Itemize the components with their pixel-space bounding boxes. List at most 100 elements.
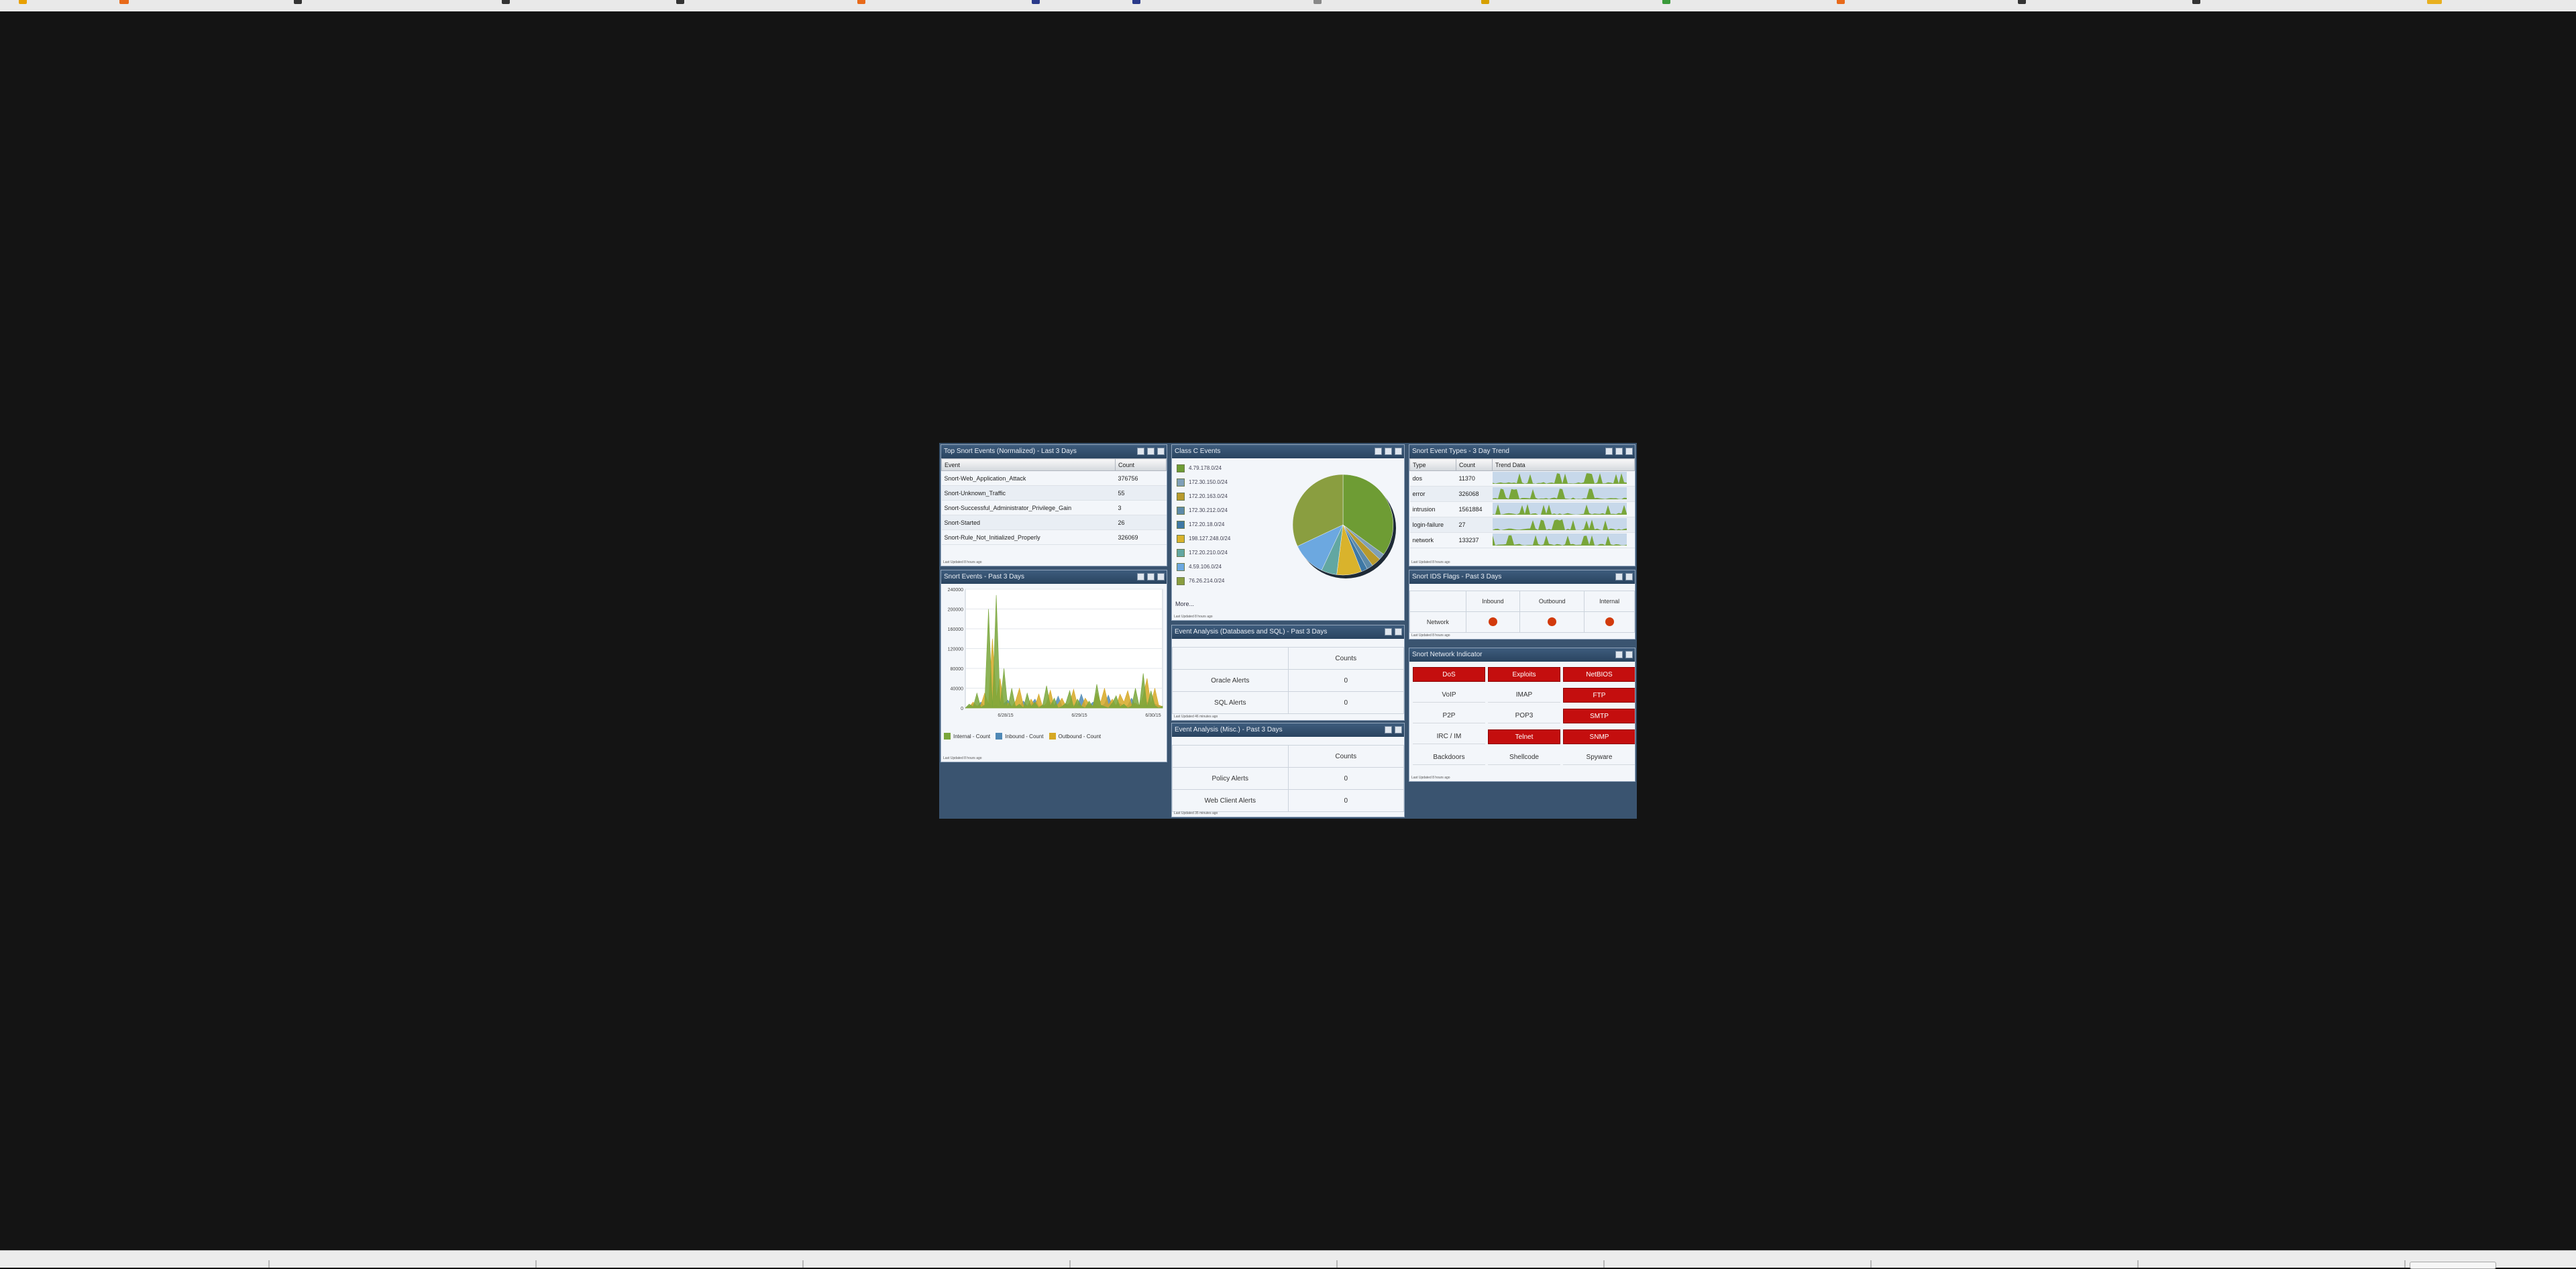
table-row[interactable]: Oracle Alerts 0: [1172, 669, 1404, 692]
bookmark-favicon[interactable]: [857, 0, 865, 4]
table-row[interactable]: SQL Alerts 0: [1172, 691, 1404, 714]
indicator-pop3[interactable]: POP3: [1488, 709, 1560, 723]
edit-icon[interactable]: [1605, 448, 1613, 455]
class-c-legend-item[interactable]: 172.20.163.0/24: [1172, 489, 1289, 503]
indicator-p2p[interactable]: P2P: [1413, 709, 1485, 723]
edit-icon[interactable]: [1375, 448, 1382, 455]
edit-icon[interactable]: [1615, 573, 1623, 580]
class-c-legend-item[interactable]: 172.30.150.0/24: [1172, 475, 1289, 489]
legend-swatch: [1049, 733, 1056, 740]
event-types-table: Type Count Trend Data dos 11370 error 32606…: [1409, 458, 1635, 548]
menu-icon[interactable]: [1157, 448, 1165, 455]
bookmark-favicon[interactable]: [1313, 0, 1322, 4]
legend-swatch: [1177, 506, 1185, 515]
menu-icon[interactable]: [1157, 573, 1165, 580]
more-link[interactable]: More...: [1175, 601, 1194, 607]
refresh-icon[interactable]: [1147, 448, 1155, 455]
table-row[interactable]: intrusion 1561884: [1409, 501, 1635, 517]
legend-label: Inbound - Count: [1005, 733, 1044, 740]
bookmark-favicon[interactable]: [1132, 0, 1140, 4]
panel-title: Event Analysis (Databases and SQL) - Pas…: [1175, 628, 1328, 636]
bookmark-favicon[interactable]: [2427, 0, 2442, 4]
bookmark-favicon[interactable]: [119, 0, 129, 4]
bookmark-favicon[interactable]: [1032, 0, 1040, 4]
refresh-icon[interactable]: [1615, 448, 1623, 455]
edit-icon[interactable]: [1137, 448, 1144, 455]
menu-icon[interactable]: [1625, 573, 1633, 580]
flag-outbound-icon: [1548, 617, 1557, 626]
panel-title: Class C Events: [1175, 448, 1221, 455]
bookmark-favicon[interactable]: [1481, 0, 1489, 4]
panel-title: Snort Event Types - 3 Day Trend: [1412, 448, 1509, 455]
indicator-netbios[interactable]: NetBIOS: [1563, 667, 1635, 682]
indicator-voip[interactable]: VoIP: [1413, 688, 1485, 703]
edit-icon[interactable]: [1385, 628, 1392, 636]
column-header-count[interactable]: Count: [1456, 458, 1493, 471]
menu-icon[interactable]: [1395, 628, 1402, 636]
class-c-legend-item[interactable]: 172.30.212.0/24: [1172, 503, 1289, 517]
indicator-ftp[interactable]: FTP: [1563, 688, 1635, 703]
table-row[interactable]: Snort-Successful_Administrator_Privilege…: [941, 500, 1167, 515]
column-header-internal: Internal: [1584, 591, 1635, 612]
refresh-icon[interactable]: [1147, 573, 1155, 580]
legend-label: 4.59.106.0/24: [1189, 564, 1222, 570]
indicator-spyware[interactable]: Spyware: [1563, 750, 1635, 765]
legend-label: 172.30.150.0/24: [1189, 479, 1228, 485]
bookmark-favicon[interactable]: [1837, 0, 1845, 4]
table-row[interactable]: Snort-Web_Application_Attack 376756: [941, 470, 1167, 486]
edit-icon[interactable]: [1385, 726, 1392, 733]
ids-flags-table: Inbound Outbound Internal Network: [1409, 591, 1635, 633]
panel-title: Snort Events - Past 3 Days: [944, 573, 1025, 580]
indicator-snmp[interactable]: SNMP: [1563, 729, 1635, 744]
column-header-type[interactable]: Type: [1409, 458, 1456, 471]
column-header-trend[interactable]: Trend Data: [1492, 458, 1635, 471]
class-c-legend-item[interactable]: 4.59.106.0/24: [1172, 560, 1289, 574]
indicator-dos[interactable]: DoS: [1413, 667, 1485, 682]
menu-icon[interactable]: [1625, 448, 1633, 455]
table-row[interactable]: network 133237: [1409, 532, 1635, 548]
horizontal-scrollbar[interactable]: [2410, 1262, 2496, 1269]
table-row[interactable]: login-failure 27: [1409, 517, 1635, 533]
indicator-telnet[interactable]: Telnet: [1488, 729, 1560, 744]
indicator-irc-im[interactable]: IRC / IM: [1413, 729, 1485, 744]
edit-icon[interactable]: [1615, 651, 1623, 658]
bookmark-favicon[interactable]: [19, 0, 27, 4]
bookmark-favicon[interactable]: [502, 0, 510, 4]
table-row[interactable]: error 326068: [1409, 486, 1635, 502]
menu-icon[interactable]: [1625, 651, 1633, 658]
indicator-backdoors[interactable]: Backdoors: [1413, 750, 1485, 765]
edit-icon[interactable]: [1137, 573, 1144, 580]
indicator-imap[interactable]: IMAP: [1488, 688, 1560, 703]
class-c-legend-item[interactable]: 4.79.178.0/24: [1172, 461, 1289, 475]
menu-icon[interactable]: [1395, 448, 1402, 455]
table-row[interactable]: Snort-Unknown_Traffic 55: [941, 485, 1167, 501]
network-indicator-grid: Last Updated 8 hours ago DoS Exploits NetB…: [1409, 662, 1635, 781]
table-row[interactable]: Snort-Rule_Not_Initialized_Properly 32606…: [941, 529, 1167, 545]
class-c-pie-chart: [1292, 474, 1396, 578]
trend-sparkline: [1492, 472, 1627, 484]
indicator-exploits[interactable]: Exploits: [1488, 667, 1560, 682]
table-row[interactable]: Web Client Alerts 0: [1172, 789, 1404, 812]
bookmark-favicon[interactable]: [294, 0, 302, 4]
class-c-legend-item[interactable]: 198.127.248.0/24: [1172, 531, 1289, 546]
table-row[interactable]: Snort-Started 26: [941, 515, 1167, 530]
class-c-legend-item[interactable]: 172.20.18.0/24: [1172, 517, 1289, 531]
indicator-shellcode[interactable]: Shellcode: [1488, 750, 1560, 765]
table-row[interactable]: Network: [1409, 611, 1635, 633]
column-header-count[interactable]: Count: [1115, 458, 1167, 471]
bookmark-favicon[interactable]: [676, 0, 684, 4]
class-c-legend-item[interactable]: 172.20.210.0/24: [1172, 546, 1289, 560]
column-header-event[interactable]: Event: [941, 458, 1116, 471]
y-tick-label: 120000: [948, 648, 963, 652]
bookmark-favicon[interactable]: [1662, 0, 1670, 4]
refresh-icon[interactable]: [1385, 448, 1392, 455]
menu-icon[interactable]: [1395, 726, 1402, 733]
bookmark-favicon[interactable]: [2192, 0, 2200, 4]
table-row[interactable]: dos 11370: [1409, 470, 1635, 487]
legend-label: Outbound - Count: [1058, 733, 1102, 740]
bookmark-favicon[interactable]: [2018, 0, 2026, 4]
indicator-smtp[interactable]: SMTP: [1563, 709, 1635, 723]
table-row[interactable]: Policy Alerts 0: [1172, 767, 1404, 790]
panel-title: Top Snort Events (Normalized) - Last 3 D…: [944, 448, 1077, 455]
class-c-legend-item[interactable]: 76.26.214.0/24: [1172, 574, 1289, 588]
